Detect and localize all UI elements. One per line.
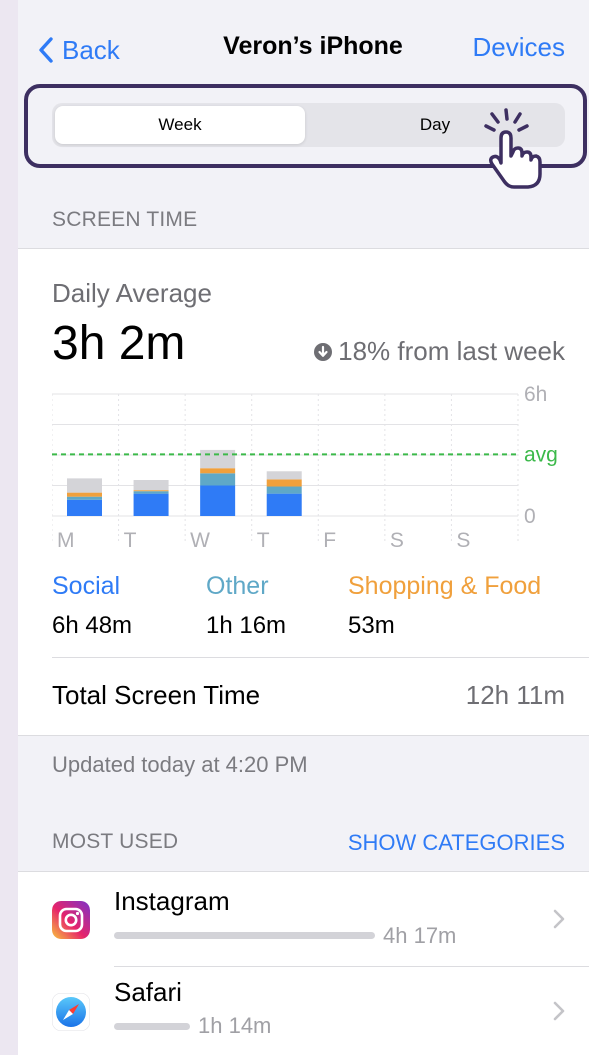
usage-bar [114,932,375,939]
y-tick-label: 6h [524,384,547,406]
x-tick-label: F [323,529,336,552]
tap-hand-icon [484,108,542,189]
show-categories-button[interactable]: SHOW CATEGORIES [348,830,565,856]
app-row-instagram[interactable]: Instagram 4h 17m [18,872,589,966]
total-screen-time-label: Total Screen Time [52,680,261,710]
chart-bar-segment [133,480,169,491]
chevron-left-icon [39,37,53,63]
daily-average-value: 3h 2m [52,317,186,370]
back-label: Back [62,34,120,65]
chart-bar-segment [200,449,236,469]
arrow-down-circle-icon [314,342,333,361]
legend-social-value: 6h 48m [52,612,133,639]
chart-bar-segment [200,468,236,474]
chevron-right-icon [553,909,565,929]
chevron-right-icon [553,1001,565,1021]
safari-icon [52,993,90,1031]
app-name: Safari [114,977,182,1007]
most-used-list: Instagram 4h 17m Safari 1h 14m [18,871,589,1055]
segment-week[interactable]: Week [55,106,305,144]
total-screen-time-value: 12h 11m [465,680,565,710]
chart-bar-segment [266,493,302,516]
chart-bar-segment [133,493,169,516]
chart-bar-segment [266,486,302,494]
chart-bar-segment [133,491,169,494]
x-tick-label: T [257,529,270,552]
legend-social-label: Social [52,572,121,600]
x-tick-label: M [57,529,75,552]
daily-usage-chart: M T W T F S S 6h avg 0 [52,384,558,552]
app-name: Instagram [114,886,230,916]
chart-bar-segment [200,473,236,486]
screen-time-section-label: SCREEN TIME [52,208,198,231]
back-button[interactable]: Back [38,30,120,70]
card-divider [52,657,589,658]
legend-shopping-label: Shopping & Food [348,572,542,600]
chart-bar-segment [266,471,302,480]
chart-bar-segment [266,479,302,487]
instagram-icon [52,901,90,939]
chart-bar-segment [200,485,236,516]
daily-average-label: Daily Average [52,278,212,308]
x-tick-label: T [124,529,137,552]
updated-timestamp: Updated today at 4:20 PM [52,752,308,777]
chart-bar-segment [67,496,102,500]
x-tick-label: W [190,529,210,552]
x-tick-label: S [456,529,470,552]
chart-bar-segment [67,478,102,493]
usage-value: 4h 17m [383,923,457,948]
app-row-safari[interactable]: Safari 1h 14m [18,967,589,1055]
legend-shopping-value: 53m [348,612,395,639]
chart-bar-segment [67,492,102,497]
devices-button[interactable]: Devices [473,32,565,63]
legend-other-value: 1h 16m [206,612,287,639]
page-title: Veron’s iPhone [223,32,403,60]
screen: Back Veron’s iPhone Devices Week Day SCR… [18,0,589,1055]
y-tick-label: 0 [524,505,536,528]
chart-bar-segment [133,490,169,492]
x-tick-label: S [390,529,404,552]
legend-other-label: Other [206,572,269,600]
chart-bar-segment [67,499,102,516]
weekly-change: 18% from last week [314,336,565,367]
usage-bar [114,1023,190,1030]
most-used-section-label: MOST USED [52,830,179,853]
usage-value: 1h 14m [198,1013,272,1038]
change-text: 18% from last week [338,336,565,366]
y-tick-label: avg [524,443,558,466]
